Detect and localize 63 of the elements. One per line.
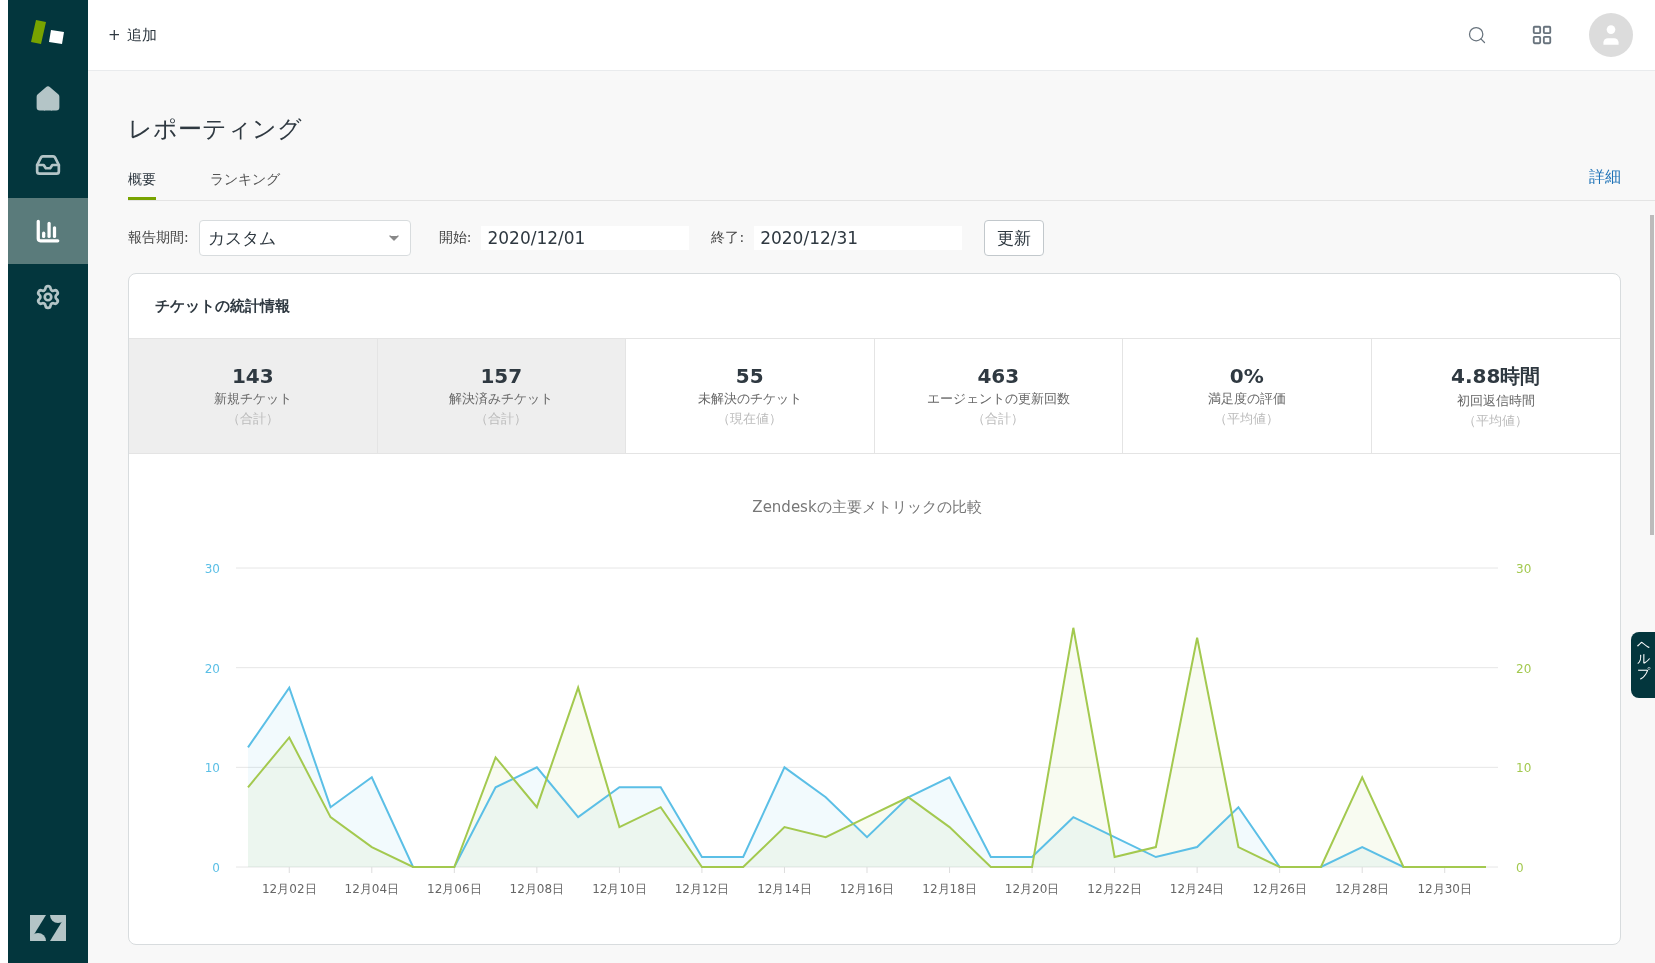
axis-label: 12月02日 [262,882,317,896]
metric-label: 新規チケット [213,390,292,408]
axis-label: 12月24日 [1169,882,1225,896]
axis-label: 10 [1516,761,1532,776]
settings-icon [35,284,61,310]
axis-label: 12月12日 [674,882,730,896]
logo-icon [30,20,66,46]
page-title: レポーティング [128,114,303,145]
axis-label: 0 [212,861,220,875]
axis-label: 12月14日 [757,882,812,896]
axis-label: 12月18日 [922,882,977,896]
add-button[interactable]: + 追加 [104,21,161,49]
scrollbar[interactable] [1650,215,1654,535]
bar-chart-icon [35,218,61,244]
axis-label: 12月20日 [1004,882,1060,896]
metric-value: 143 [231,364,274,388]
axis-label: 30 [1516,562,1532,576]
metric-note: （合計） [972,410,1025,428]
metric-value: 4.88時間 [1451,362,1541,390]
end-label: 終了: [711,229,745,247]
metric-value: 463 [977,364,1020,388]
metric-note: （現在値） [717,410,783,428]
search-icon[interactable] [1467,25,1487,45]
period-label: 報告期間: [128,229,189,247]
axis-label: 12月26日 [1252,882,1307,896]
update-button[interactable]: 更新 [984,220,1045,256]
start-date-field[interactable]: 2020/12/01 [481,226,690,250]
tab[interactable]: ランキング [210,171,280,200]
axis-label: 20 [204,661,220,676]
inbox-icon [35,152,61,178]
axis-label: 12月30日 [1417,882,1472,896]
home-icon [34,85,62,113]
metric-value: 0% [1229,364,1264,388]
metric-note: （平均値） [1463,411,1529,430]
metric-label: 満足度の評価 [1207,390,1286,408]
metric-label: 解決済みチケット [449,390,554,408]
period-select[interactable]: カスタム [198,220,411,256]
details-link[interactable]: 詳細 [1589,167,1621,200]
sidebar-item[interactable] [8,198,88,264]
axis-label: 12月22日 [1087,882,1142,896]
metric-value: 55 [735,364,764,388]
chart-title: Zendeskの主要メトリックの比較 [752,498,982,516]
start-label: 開始: [438,229,472,247]
axis-label: 30 [204,562,220,576]
z-logo-icon [30,915,66,941]
axis-label: 12月10日 [592,882,647,896]
metric-label: エージェントの更新回数 [926,390,1070,408]
metric-label: 初回返信時間 [1456,391,1535,410]
axis-label: 12月16日 [839,882,895,896]
axis-label: 20 [1516,661,1532,676]
metric-note: （平均値） [1214,410,1280,428]
grid-icon[interactable] [1531,24,1553,46]
help-tab[interactable]: ヘルプ [1631,632,1655,698]
metric-value: 157 [480,364,523,388]
axis-label: 12月06日 [427,882,482,896]
axis-label: 12月04日 [344,882,400,896]
end-date-field[interactable]: 2020/12/31 [754,226,963,250]
axis-label: 10 [204,761,220,776]
axis-label: 0 [1516,861,1524,875]
axis-label: 12月28日 [1334,882,1390,896]
axis-label: 12月08日 [509,882,565,896]
tab[interactable]: 概要 [128,171,156,200]
metric-label: 未解決のチケット [697,390,802,408]
